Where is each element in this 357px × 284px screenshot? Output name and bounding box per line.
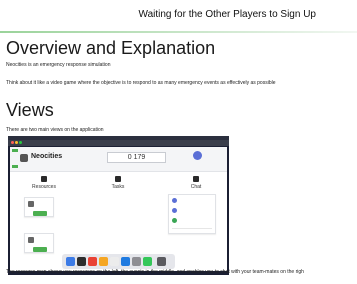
files-icon[interactable] [110, 257, 119, 266]
resources-icon [41, 176, 47, 182]
notes-icon[interactable] [99, 257, 108, 266]
firetruck-icon [28, 201, 34, 207]
messages-icon[interactable] [143, 257, 152, 266]
finder-icon[interactable] [66, 257, 75, 266]
chat-avatar [172, 198, 177, 203]
resource-card[interactable] [24, 233, 54, 253]
views-intro: There are two main views on the applicat… [6, 127, 104, 133]
close-dot-icon [11, 141, 14, 144]
chat-input[interactable] [172, 228, 212, 232]
score-display: 0 179 [107, 152, 166, 163]
app-screenshot: Neocities 0 179 Resources Tasks Chat [8, 136, 229, 275]
app-header: Neocities 0 179 [10, 147, 227, 172]
deploy-button[interactable] [33, 247, 47, 252]
chat-icon [193, 176, 199, 182]
chat-panel [168, 194, 216, 234]
avatar [193, 151, 202, 160]
app-page: Neocities 0 179 Resources Tasks Chat [10, 147, 227, 271]
views-caption: The resource map shows you resources on … [6, 269, 304, 275]
column-chat: Chat [190, 184, 202, 190]
status-badge-2 [12, 165, 18, 168]
minimize-dot-icon [15, 141, 18, 144]
column-tasks: Tasks [111, 184, 125, 190]
chat-avatar [172, 218, 177, 223]
overview-line-1: Neocities is an emergency response simul… [6, 62, 111, 68]
ambulance-icon [28, 237, 34, 243]
column-resources: Resources [32, 184, 56, 190]
maximize-dot-icon [19, 141, 22, 144]
header-divider [0, 31, 357, 33]
terminal-icon[interactable] [77, 257, 86, 266]
chat-avatar [172, 208, 177, 213]
overview-line-2: Think about it like a video game where t… [6, 80, 276, 86]
chrome-icon[interactable] [88, 257, 97, 266]
mail-icon[interactable] [121, 257, 130, 266]
deploy-button[interactable] [33, 211, 47, 216]
resource-card[interactable] [24, 197, 54, 217]
views-heading: Views [6, 100, 54, 120]
status-badge [12, 149, 18, 152]
os-dock [62, 254, 175, 269]
browser-toolbar [8, 140, 229, 146]
overview-heading: Overview and Explanation [6, 38, 216, 58]
trash-icon[interactable] [157, 257, 166, 266]
top-bar: Waiting for the Other Players to Sign Up [0, 0, 357, 33]
settings-icon[interactable] [132, 257, 141, 266]
tasks-icon [115, 176, 121, 182]
building-icon [20, 154, 28, 162]
app-name: Neocities [31, 153, 63, 160]
waiting-title: Waiting for the Other Players to Sign Up [138, 9, 317, 20]
